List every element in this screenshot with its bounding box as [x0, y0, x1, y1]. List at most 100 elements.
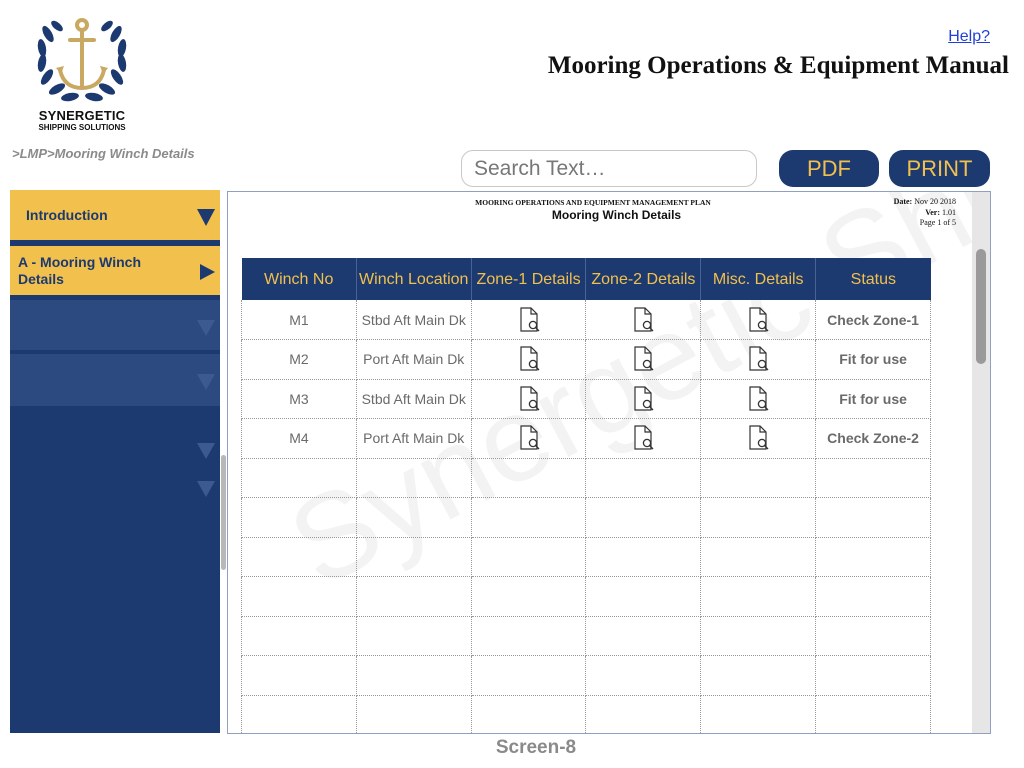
status-cell: Check Zone-1	[815, 300, 931, 340]
empty-cell	[815, 576, 931, 617]
empty-cell	[356, 576, 472, 617]
winch-location-cell: Stbd Aft Main Dk	[356, 379, 472, 419]
empty-cell	[815, 537, 931, 577]
version-value: 1.01	[942, 207, 956, 217]
version-label: Ver:	[925, 207, 940, 217]
empty-cell	[356, 616, 472, 656]
misc-details-cell	[700, 300, 817, 340]
empty-cell	[356, 655, 472, 696]
sidebar-item-label: Introduction	[26, 207, 108, 223]
winch-location-cell: Stbd Aft Main Dk	[356, 300, 472, 340]
empty-cell	[356, 537, 472, 577]
print-button[interactable]: PRINT	[889, 150, 990, 187]
empty-cell	[585, 695, 702, 733]
triangle-down-icon	[197, 320, 215, 336]
column-header: Winch No	[241, 258, 357, 300]
empty-cell	[815, 695, 931, 733]
empty-table-row	[241, 458, 931, 498]
search-input[interactable]	[461, 150, 757, 187]
empty-cell	[471, 458, 587, 498]
empty-table-row	[241, 616, 931, 656]
document-search-icon[interactable]	[518, 425, 540, 451]
document-search-icon[interactable]	[518, 346, 540, 372]
zone2-details-cell	[585, 300, 702, 340]
document-title: Mooring Winch Details	[551, 208, 682, 222]
empty-cell	[700, 537, 817, 577]
page-indicator: Page 1 of 5	[919, 218, 956, 227]
zone1-details-cell	[471, 300, 587, 340]
zone1-details-cell	[471, 379, 587, 419]
document-search-icon[interactable]	[747, 306, 769, 333]
empty-cell	[241, 616, 357, 656]
sidebar-item-introduction[interactable]: Introduction	[10, 190, 220, 243]
empty-cell	[356, 458, 472, 498]
triangle-right-icon[interactable]	[200, 264, 215, 280]
document-scrollbar-thumb[interactable]	[976, 249, 986, 364]
empty-cell	[700, 655, 817, 696]
table-header-row: Winch No Winch Location Zone-1 Details Z…	[241, 258, 931, 300]
empty-cell	[700, 695, 817, 733]
company-logo: SYNERGETIC SHIPPING SOLUTIONS	[30, 8, 134, 132]
document-search-icon[interactable]	[518, 386, 540, 412]
empty-cell	[471, 497, 587, 538]
sidebar-item-mooring-winch-details[interactable]: A - Mooring Winch Details	[10, 246, 220, 298]
empty-cell	[241, 537, 357, 577]
winch-no-cell: M1	[241, 300, 357, 340]
empty-table-row	[241, 497, 931, 538]
triangle-down-icon[interactable]	[197, 209, 215, 226]
empty-cell	[241, 655, 357, 696]
document-search-icon[interactable]	[632, 306, 654, 333]
empty-cell	[471, 695, 587, 733]
empty-cell	[585, 458, 702, 498]
triangle-down-icon	[197, 481, 215, 497]
empty-table-row	[241, 537, 931, 577]
table-row: M2 Port Aft Main Dk Fit for use	[241, 339, 931, 380]
empty-cell	[356, 695, 472, 733]
empty-table-row	[241, 655, 931, 696]
empty-cell	[241, 458, 357, 498]
winch-location-cell: Port Aft Main Dk	[356, 418, 472, 459]
table-row: M4 Port Aft Main Dk Check Zone-2	[241, 418, 931, 459]
empty-cell	[700, 576, 817, 617]
status-cell: Fit for use	[815, 379, 931, 419]
date-label: Date:	[893, 197, 913, 206]
brand-name: SYNERGETIC	[38, 108, 126, 123]
misc-details-cell	[700, 339, 817, 380]
empty-cell	[471, 655, 587, 696]
sidebar-scrollbar[interactable]	[221, 455, 226, 570]
help-link[interactable]: Help?	[948, 28, 990, 46]
empty-cell	[815, 458, 931, 498]
document-search-icon[interactable]	[632, 425, 654, 451]
document-search-icon[interactable]	[747, 386, 769, 412]
screen-label: Screen-8	[495, 737, 577, 758]
sidebar-item-collapsed[interactable]	[10, 354, 220, 406]
zone1-details-cell	[471, 339, 587, 380]
winch-location-cell: Port Aft Main Dk	[356, 339, 472, 380]
empty-cell	[356, 497, 472, 538]
document-search-icon[interactable]	[747, 425, 769, 451]
document-search-icon[interactable]	[632, 386, 654, 412]
table-row: M3 Stbd Aft Main Dk Fit for use	[241, 379, 931, 419]
breadcrumb[interactable]: >LMP>Mooring Winch Details	[12, 146, 195, 161]
empty-cell	[815, 616, 931, 656]
sidebar-item-label: A - Mooring Winch Details	[18, 253, 141, 287]
empty-cell	[585, 537, 702, 577]
triangle-down-icon	[197, 374, 215, 390]
column-header: Winch Location	[356, 258, 472, 300]
sidebar-item-collapsed[interactable]	[10, 300, 220, 352]
anchor-laurel-icon	[37, 18, 127, 102]
winch-no-cell: M4	[241, 418, 357, 459]
app-title: Mooring Operations & Equipment Manual	[547, 52, 1009, 79]
date-value: Nov 20 2018	[914, 197, 956, 206]
document-search-icon[interactable]	[747, 346, 769, 372]
empty-cell	[815, 497, 931, 538]
triangle-down-icon	[197, 443, 215, 459]
document-meta: Date: Nov 20 2018 Ver: 1.01 Page 1 of 5	[894, 197, 956, 229]
sidebar: Introduction A - Mooring Winch Details	[10, 190, 220, 733]
winch-table: Winch No Winch Location Zone-1 Details Z…	[241, 258, 931, 733]
document-search-icon[interactable]	[518, 306, 540, 333]
document-search-icon[interactable]	[632, 346, 654, 372]
empty-cell	[585, 616, 702, 656]
pdf-button[interactable]: PDF	[779, 150, 879, 187]
status-cell: Fit for use	[815, 339, 931, 380]
